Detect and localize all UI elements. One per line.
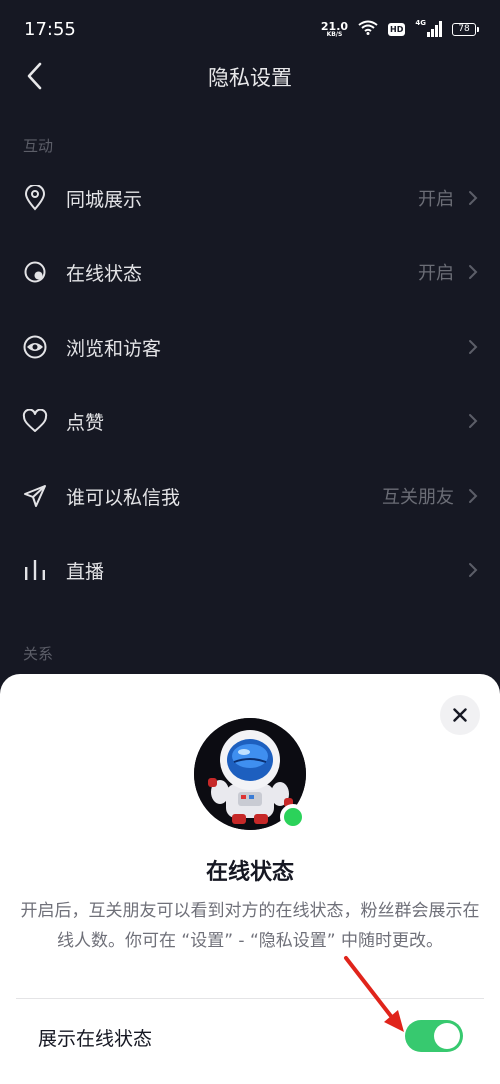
- location-pin-icon: [22, 185, 48, 211]
- show-online-status-label: 展示在线状态: [38, 1028, 153, 1050]
- toggle-knob: [434, 1023, 460, 1049]
- online-status-sheet: 在线状态 开启后，互关朋友可以看到对方的在线状态，粉丝群会展示在线人数。你可在 …: [0, 674, 500, 1084]
- status-time: 17:55: [24, 18, 76, 40]
- row-label: 浏览和访客: [66, 337, 162, 360]
- hd-badge: HD: [388, 22, 406, 36]
- status-icons: 21.0 KB/S HD 4G 78: [321, 19, 479, 39]
- battery-icon: 78: [452, 22, 479, 36]
- section-label-relations: 关系: [23, 645, 54, 663]
- close-button[interactable]: [440, 695, 480, 735]
- sheet-description: 开启后，互关朋友可以看到对方的在线状态，粉丝群会展示在线人数。你可在 “设置” …: [20, 901, 480, 951]
- chevron-right-icon: [466, 560, 480, 580]
- page-title: 隐私设置: [208, 66, 292, 90]
- row-label: 同城展示: [66, 188, 143, 211]
- row-likes[interactable]: 点赞: [0, 384, 500, 458]
- row-label: 点赞: [66, 411, 105, 434]
- row-value: 互关朋友: [382, 487, 454, 508]
- network-speed-unit: KB/S: [326, 30, 343, 38]
- row-online-status[interactable]: 在线状态 开启: [0, 235, 500, 309]
- close-icon: [453, 708, 467, 722]
- wifi-icon: [358, 20, 378, 39]
- chevron-right-icon: [466, 188, 480, 208]
- chevron-right-icon: [466, 486, 480, 506]
- row-value: 开启: [418, 263, 454, 284]
- avatar-container: [194, 718, 306, 830]
- row-value: 开启: [418, 189, 454, 210]
- heart-icon: [22, 408, 48, 434]
- send-icon: [22, 483, 48, 509]
- online-status-icon: [22, 259, 48, 285]
- row-browse-and-visitors[interactable]: 浏览和访客: [0, 310, 500, 384]
- eye-icon: [22, 334, 48, 360]
- chevron-right-icon: [466, 411, 480, 431]
- row-who-can-message[interactable]: 谁可以私信我 互关朋友: [0, 459, 500, 533]
- sheet-title: 在线状态: [205, 860, 294, 885]
- chevron-right-icon: [466, 337, 480, 357]
- network-speed: 21.0 KB/S: [321, 21, 348, 38]
- annotation-arrow-icon: [344, 956, 404, 1032]
- row-nearby-display[interactable]: 同城展示 开启: [0, 161, 500, 235]
- cellular-signal-icon: 4G: [415, 19, 442, 37]
- live-bars-icon: [22, 557, 48, 583]
- row-label: 在线状态: [66, 262, 143, 285]
- section-label-interaction: 互动: [23, 137, 54, 155]
- row-label: 谁可以私信我: [66, 486, 181, 509]
- battery-level: 78: [458, 24, 470, 34]
- row-label: 直播: [66, 560, 105, 583]
- header: 隐私设置: [0, 50, 500, 102]
- network-speed-value: 21.0: [320, 19, 349, 33]
- row-live[interactable]: 直播: [0, 533, 500, 607]
- chevron-right-icon: [466, 262, 480, 282]
- network-type-label: 4G: [415, 19, 426, 27]
- online-indicator-dot: [280, 804, 306, 830]
